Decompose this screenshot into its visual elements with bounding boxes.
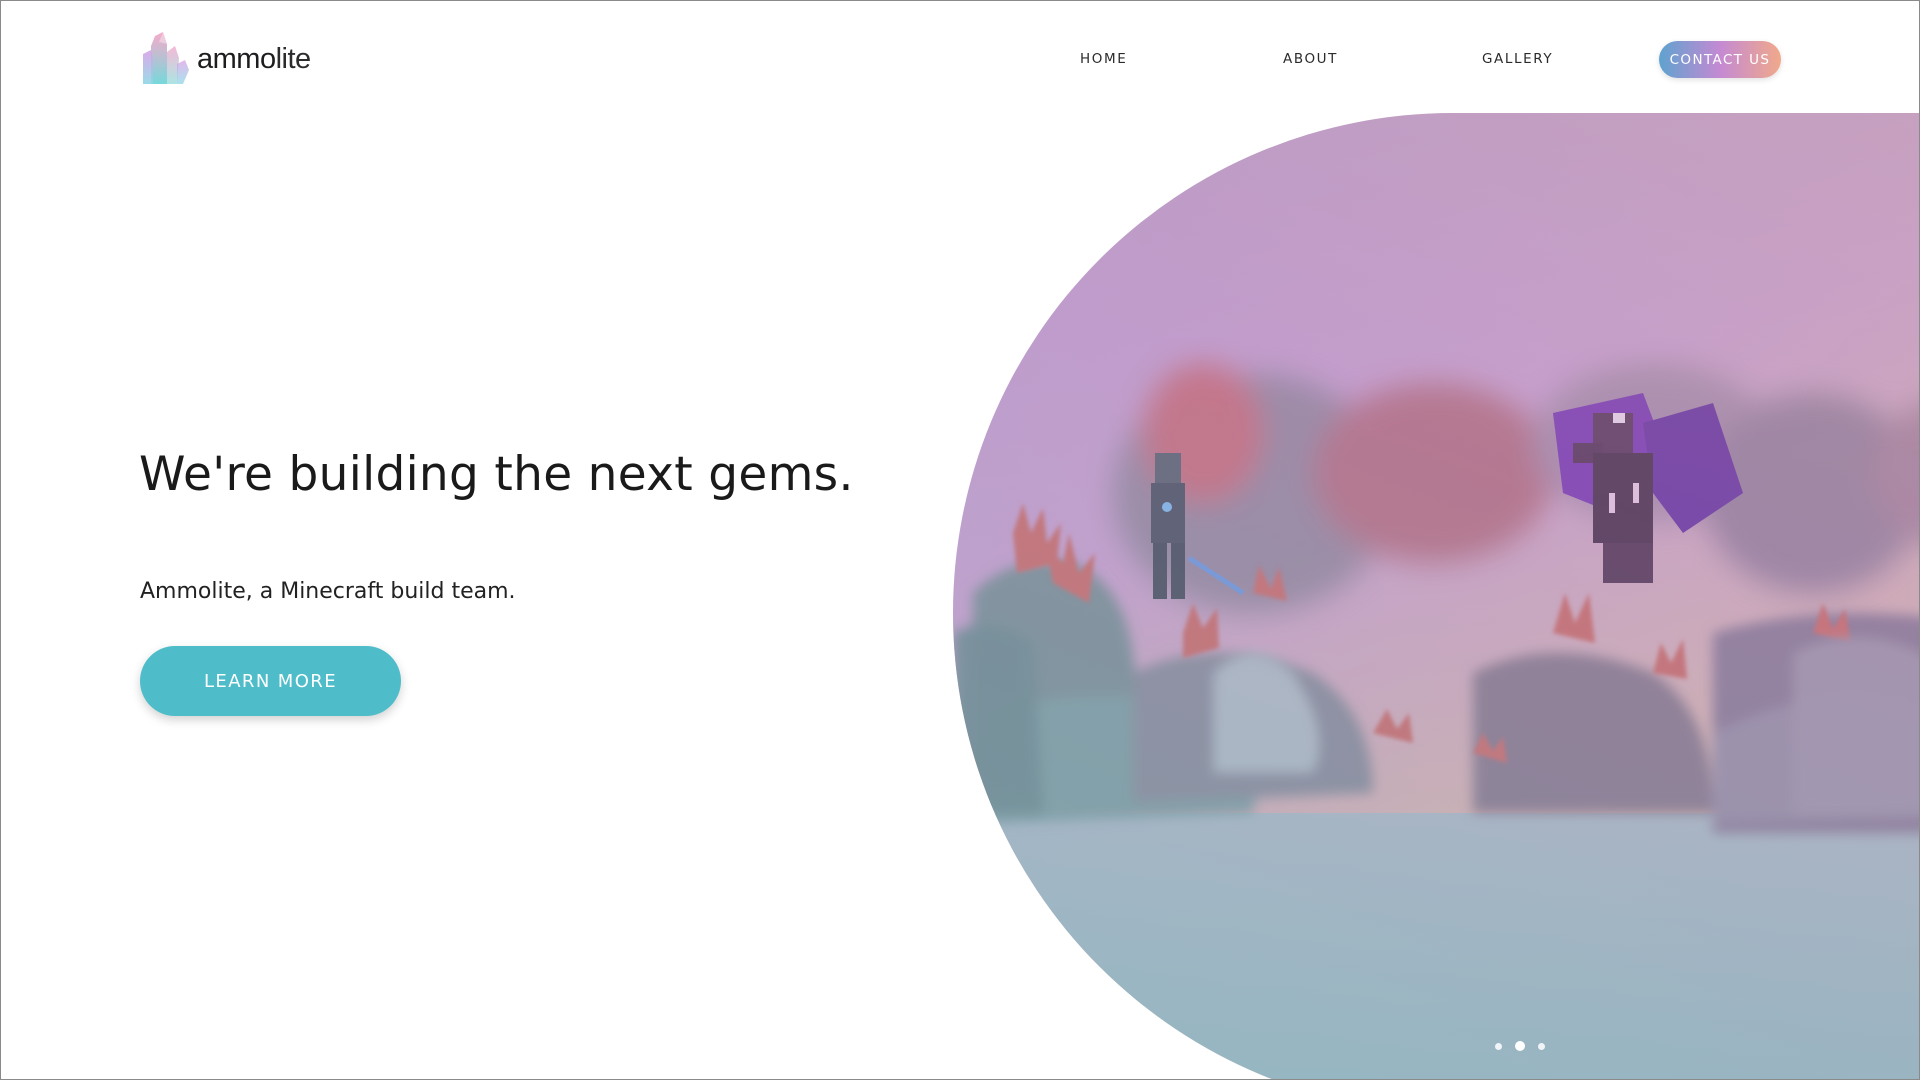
carousel-indicators: [1495, 1040, 1545, 1052]
contact-us-button[interactable]: CONTACT US: [1659, 41, 1781, 78]
main-nav: HOME ABOUT GALLERY: [1, 47, 1919, 71]
nav-about-link[interactable]: ABOUT: [1283, 47, 1338, 71]
carousel-dot-1[interactable]: [1495, 1042, 1502, 1050]
nav-gallery-link[interactable]: GALLERY: [1482, 47, 1553, 71]
carousel-dot-2[interactable]: [1515, 1041, 1525, 1051]
carousel-dot-3[interactable]: [1538, 1042, 1545, 1050]
hero-title: We're building the next gems.: [139, 447, 854, 502]
hero-subtitle: Ammolite, a Minecraft build team.: [140, 579, 516, 604]
learn-more-button[interactable]: LEARN MORE: [140, 646, 401, 716]
hero-image: [953, 113, 1919, 1079]
minecraft-dragon-scene-image: [953, 363, 1919, 1079]
landing-page: ammolite HOME ABOUT GALLERY CONTACT US W…: [0, 0, 1920, 1080]
nav-home-link[interactable]: HOME: [1080, 47, 1127, 71]
